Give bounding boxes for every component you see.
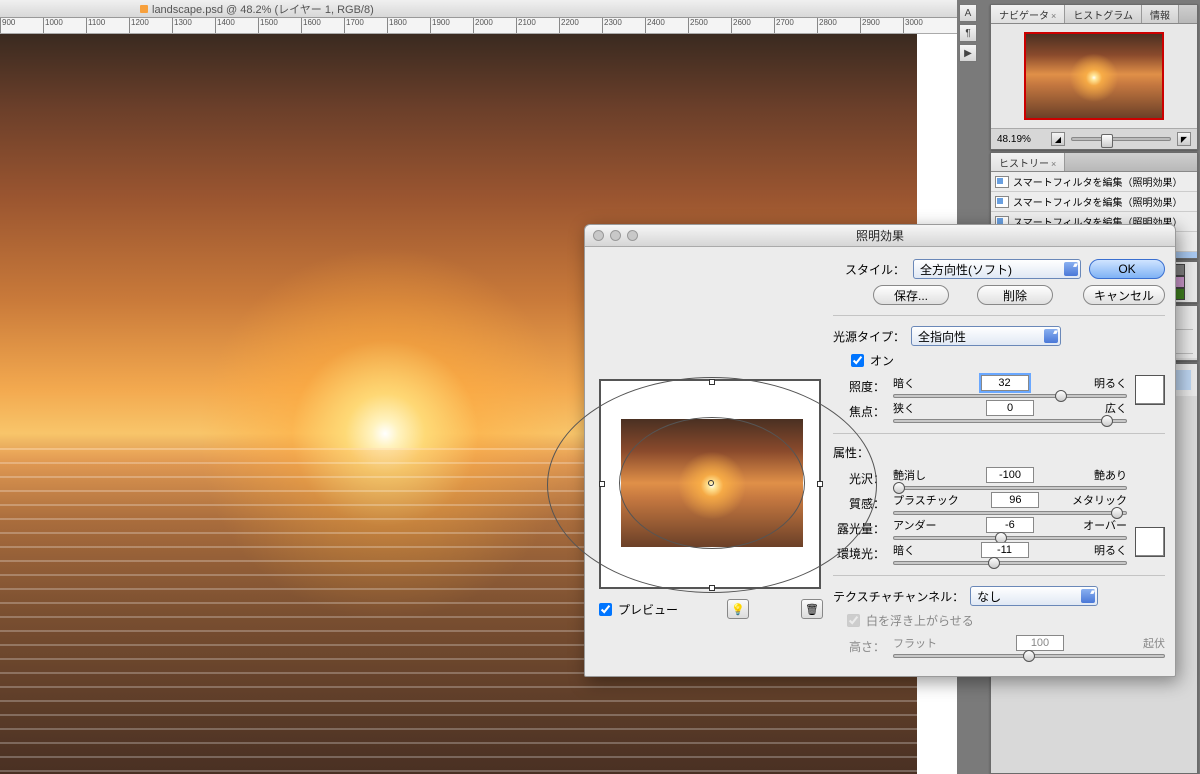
focus-slider[interactable]: 狭く0広く — [893, 400, 1127, 423]
light-handle-bottom[interactable] — [709, 585, 715, 591]
preview-checkbox[interactable] — [599, 603, 612, 616]
lighting-effects-dialog: 照明効果 プレビュー 💡 🗑 — [584, 224, 1176, 677]
gloss-slider[interactable]: 艶消し-100艶あり — [893, 467, 1127, 490]
zoom-readout[interactable]: 48.19% — [997, 134, 1045, 145]
flag-icon[interactable]: ▶ — [959, 44, 977, 62]
light-type-select[interactable]: 全指向性 — [911, 326, 1061, 346]
tab-navigator[interactable]: ナビゲータ× — [991, 5, 1065, 23]
height-label: 高さ： — [833, 638, 885, 655]
preview-label: プレビュー — [618, 601, 678, 618]
white-high-label: 白を浮き上がらせる — [866, 612, 974, 629]
lightbulb-icon[interactable]: 💡 — [727, 599, 749, 619]
zoom-icon[interactable] — [627, 230, 638, 241]
tab-histogram[interactable]: ヒストグラム — [1065, 5, 1142, 23]
light-handle-right[interactable] — [817, 481, 823, 487]
navigator-panel: ナビゲータ× ヒストグラム 情報 48.19% ◢ ◤ — [990, 4, 1198, 150]
ambient-color-swatch[interactable] — [1135, 527, 1165, 557]
zoom-out-icon[interactable]: ◢ — [1051, 132, 1065, 146]
light-handle-left[interactable] — [599, 481, 605, 487]
material-slider[interactable]: プラスチック96メタリック — [893, 492, 1127, 515]
ambience-slider[interactable]: 暗く-11明るく — [893, 542, 1127, 565]
close-icon[interactable] — [593, 230, 604, 241]
light-handle-top[interactable] — [709, 379, 715, 385]
trash-icon[interactable]: 🗑 — [801, 599, 823, 619]
light-on-label: オン — [870, 352, 894, 369]
history-item[interactable]: スマートフィルタを編集（照明効果） — [991, 192, 1197, 212]
zoom-slider[interactable] — [1071, 137, 1171, 141]
focus-value[interactable]: 0 — [986, 400, 1034, 416]
gloss-value[interactable]: -100 — [986, 467, 1034, 483]
minimize-icon[interactable] — [610, 230, 621, 241]
tab-history[interactable]: ヒストリー× — [991, 153, 1065, 171]
navigator-footer: 48.19% ◢ ◤ — [991, 128, 1197, 149]
paragraph-icon[interactable]: ¶ — [959, 24, 977, 42]
intensity-label: 照度： — [833, 378, 885, 395]
light-type-label: 光源タイプ： — [833, 328, 905, 345]
texture-channel-select[interactable]: なし — [970, 586, 1098, 606]
white-high-checkbox — [847, 614, 860, 627]
ruler-horizontal: 9001000110012001300140015001600170018001… — [0, 18, 957, 34]
height-value: 100 — [1016, 635, 1064, 651]
intensity-slider[interactable]: 暗く32明るく — [893, 375, 1127, 398]
document-title: landscape.psd @ 48.2% (レイヤー 1, RGB/8) — [152, 1, 374, 17]
exposure-value[interactable]: -6 — [986, 517, 1034, 533]
lighting-preview[interactable] — [599, 379, 821, 589]
texture-channel-label: テクスチャチャンネル： — [833, 588, 964, 605]
exposure-slider[interactable]: アンダー-6オーバー — [893, 517, 1127, 540]
ok-button[interactable]: OK — [1089, 259, 1165, 279]
navigator-thumbnail[interactable] — [1024, 32, 1164, 120]
dialog-titlebar[interactable]: 照明効果 — [585, 225, 1175, 247]
dialog-title: 照明効果 — [856, 227, 904, 244]
type-tool-icon[interactable]: A — [959, 4, 977, 22]
light-color-swatch[interactable] — [1135, 375, 1165, 405]
delete-button[interactable]: 削除 — [977, 285, 1053, 305]
style-select[interactable]: 全方向性(ソフト) — [913, 259, 1081, 279]
light-center-handle[interactable] — [708, 480, 714, 486]
ambience-value[interactable]: -11 — [981, 542, 1029, 558]
style-label: スタイル： — [833, 261, 905, 278]
document-icon — [140, 5, 148, 13]
palette-icon-strip: A ¶ ▶ — [959, 4, 977, 62]
save-button[interactable]: 保存... — [873, 285, 949, 305]
material-value[interactable]: 96 — [991, 492, 1039, 508]
cancel-button[interactable]: キャンセル — [1083, 285, 1165, 305]
zoom-in-icon[interactable]: ◤ — [1177, 132, 1191, 146]
light-on-checkbox[interactable] — [851, 354, 864, 367]
navigator-tabs: ナビゲータ× ヒストグラム 情報 — [991, 5, 1197, 24]
history-item[interactable]: スマートフィルタを編集（照明効果） — [991, 172, 1197, 192]
height-slider: フラット100起伏 — [893, 635, 1165, 658]
tab-info[interactable]: 情報 — [1142, 5, 1179, 23]
intensity-value[interactable]: 32 — [981, 375, 1029, 391]
document-titlebar: landscape.psd @ 48.2% (レイヤー 1, RGB/8) — [0, 0, 957, 18]
